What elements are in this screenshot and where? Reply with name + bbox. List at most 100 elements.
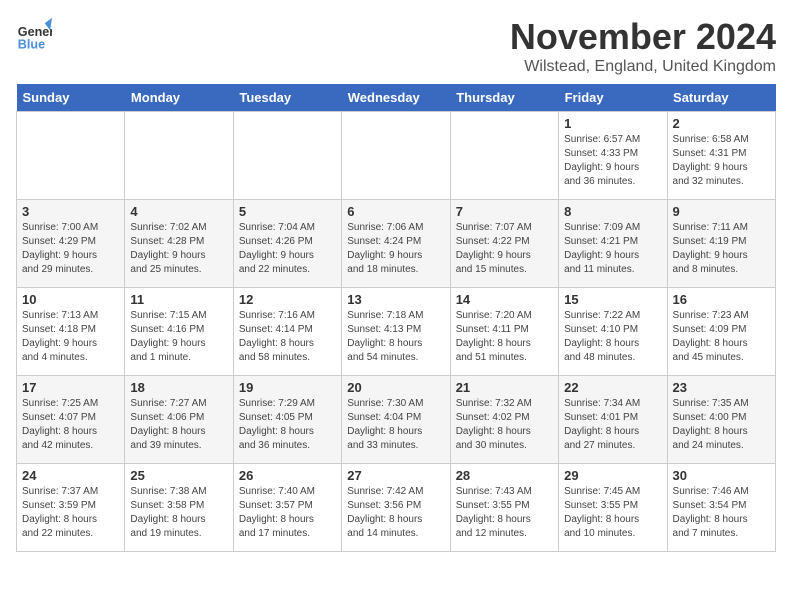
- day-info: Sunrise: 7:18 AM Sunset: 4:13 PM Dayligh…: [347, 309, 444, 365]
- logo: General Blue: [16, 16, 52, 52]
- logo-icon: General Blue: [16, 16, 52, 52]
- calendar-cell: 18 Sunrise: 7:27 AM Sunset: 4:06 PM Dayli…: [125, 376, 233, 464]
- header: General Blue November 2024 Wilstead, Eng…: [16, 16, 776, 76]
- day-info: Sunrise: 7:32 AM Sunset: 4:02 PM Dayligh…: [456, 397, 553, 453]
- day-info: Sunrise: 7:45 AM Sunset: 3:55 PM Dayligh…: [564, 485, 661, 541]
- day-info: Sunrise: 7:23 AM Sunset: 4:09 PM Dayligh…: [673, 309, 770, 365]
- week-row: 1 Sunrise: 6:57 AM Sunset: 4:33 PM Daylig…: [17, 112, 776, 200]
- col-header-tuesday: Tuesday: [233, 84, 341, 112]
- calendar-cell: 1 Sunrise: 6:57 AM Sunset: 4:33 PM Daylig…: [559, 112, 667, 200]
- day-number: 14: [456, 292, 553, 307]
- week-row: 17 Sunrise: 7:25 AM Sunset: 4:07 PM Dayli…: [17, 376, 776, 464]
- calendar-cell: 8 Sunrise: 7:09 AM Sunset: 4:21 PM Daylig…: [559, 200, 667, 288]
- calendar-cell: 3 Sunrise: 7:00 AM Sunset: 4:29 PM Daylig…: [17, 200, 125, 288]
- calendar-cell: 30 Sunrise: 7:46 AM Sunset: 3:54 PM Dayli…: [667, 464, 775, 552]
- day-info: Sunrise: 7:20 AM Sunset: 4:11 PM Dayligh…: [456, 309, 553, 365]
- day-info: Sunrise: 7:30 AM Sunset: 4:04 PM Dayligh…: [347, 397, 444, 453]
- day-number: 26: [239, 468, 336, 483]
- day-info: Sunrise: 7:35 AM Sunset: 4:00 PM Dayligh…: [673, 397, 770, 453]
- day-number: 2: [673, 116, 770, 131]
- calendar-table: SundayMondayTuesdayWednesdayThursdayFrid…: [16, 84, 776, 552]
- day-info: Sunrise: 7:09 AM Sunset: 4:21 PM Dayligh…: [564, 221, 661, 277]
- title-area: November 2024 Wilstead, England, United …: [510, 16, 776, 76]
- day-number: 27: [347, 468, 444, 483]
- calendar-cell: [233, 112, 341, 200]
- location-title: Wilstead, England, United Kingdom: [510, 58, 776, 76]
- col-header-thursday: Thursday: [450, 84, 558, 112]
- day-number: 17: [22, 380, 119, 395]
- day-number: 3: [22, 204, 119, 219]
- day-number: 11: [130, 292, 227, 307]
- day-number: 10: [22, 292, 119, 307]
- calendar-cell: 13 Sunrise: 7:18 AM Sunset: 4:13 PM Dayli…: [342, 288, 450, 376]
- calendar-cell: 14 Sunrise: 7:20 AM Sunset: 4:11 PM Dayli…: [450, 288, 558, 376]
- day-number: 16: [673, 292, 770, 307]
- day-number: 18: [130, 380, 227, 395]
- week-row: 10 Sunrise: 7:13 AM Sunset: 4:18 PM Dayli…: [17, 288, 776, 376]
- calendar-cell: 25 Sunrise: 7:38 AM Sunset: 3:58 PM Dayli…: [125, 464, 233, 552]
- day-info: Sunrise: 7:42 AM Sunset: 3:56 PM Dayligh…: [347, 485, 444, 541]
- header-row: SundayMondayTuesdayWednesdayThursdayFrid…: [17, 84, 776, 112]
- calendar-cell: 4Sunrise: 7:02 AM Sunset: 4:28 PM Daylig…: [125, 200, 233, 288]
- calendar-cell: 20 Sunrise: 7:30 AM Sunset: 4:04 PM Dayli…: [342, 376, 450, 464]
- day-number: 29: [564, 468, 661, 483]
- calendar-cell: 5 Sunrise: 7:04 AM Sunset: 4:26 PM Daylig…: [233, 200, 341, 288]
- day-number: 22: [564, 380, 661, 395]
- day-number: 5: [239, 204, 336, 219]
- calendar-cell: 6Sunrise: 7:06 AM Sunset: 4:24 PM Daylig…: [342, 200, 450, 288]
- day-info: Sunrise: 7:00 AM Sunset: 4:29 PM Dayligh…: [22, 221, 119, 277]
- calendar-cell: 2 Sunrise: 6:58 AM Sunset: 4:31 PM Daylig…: [667, 112, 775, 200]
- calendar-cell: 21 Sunrise: 7:32 AM Sunset: 4:02 PM Dayli…: [450, 376, 558, 464]
- day-number: 8: [564, 204, 661, 219]
- day-number: 19: [239, 380, 336, 395]
- calendar-cell: [17, 112, 125, 200]
- day-info: Sunrise: 6:57 AM Sunset: 4:33 PM Dayligh…: [564, 133, 661, 189]
- day-info: Sunrise: 7:25 AM Sunset: 4:07 PM Dayligh…: [22, 397, 119, 453]
- day-number: 13: [347, 292, 444, 307]
- day-info: Sunrise: 7:16 AM Sunset: 4:14 PM Dayligh…: [239, 309, 336, 365]
- calendar-cell: 12 Sunrise: 7:16 AM Sunset: 4:14 PM Dayli…: [233, 288, 341, 376]
- day-number: 21: [456, 380, 553, 395]
- day-number: 28: [456, 468, 553, 483]
- day-info: Sunrise: 7:27 AM Sunset: 4:06 PM Dayligh…: [130, 397, 227, 453]
- calendar-cell: 9 Sunrise: 7:11 AM Sunset: 4:19 PM Daylig…: [667, 200, 775, 288]
- calendar-cell: 15 Sunrise: 7:22 AM Sunset: 4:10 PM Dayli…: [559, 288, 667, 376]
- day-number: 30: [673, 468, 770, 483]
- day-info: Sunrise: 7:22 AM Sunset: 4:10 PM Dayligh…: [564, 309, 661, 365]
- calendar-cell: 10 Sunrise: 7:13 AM Sunset: 4:18 PM Dayli…: [17, 288, 125, 376]
- col-header-friday: Friday: [559, 84, 667, 112]
- calendar-cell: 11 Sunrise: 7:15 AM Sunset: 4:16 PM Dayli…: [125, 288, 233, 376]
- day-info: Sunrise: 7:46 AM Sunset: 3:54 PM Dayligh…: [673, 485, 770, 541]
- calendar-cell: 28Sunrise: 7:43 AM Sunset: 3:55 PM Dayli…: [450, 464, 558, 552]
- day-number: 25: [130, 468, 227, 483]
- day-info: Sunrise: 7:13 AM Sunset: 4:18 PM Dayligh…: [22, 309, 119, 365]
- day-info: Sunrise: 7:07 AM Sunset: 4:22 PM Dayligh…: [456, 221, 553, 277]
- day-info: Sunrise: 7:15 AM Sunset: 4:16 PM Dayligh…: [130, 309, 227, 365]
- day-info: Sunrise: 7:11 AM Sunset: 4:19 PM Dayligh…: [673, 221, 770, 277]
- svg-text:Blue: Blue: [18, 37, 45, 51]
- col-header-saturday: Saturday: [667, 84, 775, 112]
- week-row: 3 Sunrise: 7:00 AM Sunset: 4:29 PM Daylig…: [17, 200, 776, 288]
- day-info: Sunrise: 7:04 AM Sunset: 4:26 PM Dayligh…: [239, 221, 336, 277]
- day-number: 7: [456, 204, 553, 219]
- calendar-cell: 19Sunrise: 7:29 AM Sunset: 4:05 PM Dayli…: [233, 376, 341, 464]
- day-number: 9: [673, 204, 770, 219]
- day-number: 15: [564, 292, 661, 307]
- day-number: 1: [564, 116, 661, 131]
- day-info: Sunrise: 7:02 AM Sunset: 4:28 PM Dayligh…: [130, 221, 227, 277]
- day-info: Sunrise: 7:37 AM Sunset: 3:59 PM Dayligh…: [22, 485, 119, 541]
- col-header-monday: Monday: [125, 84, 233, 112]
- col-header-sunday: Sunday: [17, 84, 125, 112]
- day-info: Sunrise: 7:40 AM Sunset: 3:57 PM Dayligh…: [239, 485, 336, 541]
- day-info: Sunrise: 6:58 AM Sunset: 4:31 PM Dayligh…: [673, 133, 770, 189]
- calendar-cell: 26 Sunrise: 7:40 AM Sunset: 3:57 PM Dayli…: [233, 464, 341, 552]
- calendar-cell: [450, 112, 558, 200]
- calendar-cell: 22 Sunrise: 7:34 AM Sunset: 4:01 PM Dayli…: [559, 376, 667, 464]
- day-number: 20: [347, 380, 444, 395]
- calendar-cell: 24Sunrise: 7:37 AM Sunset: 3:59 PM Dayli…: [17, 464, 125, 552]
- day-number: 12: [239, 292, 336, 307]
- day-info: Sunrise: 7:34 AM Sunset: 4:01 PM Dayligh…: [564, 397, 661, 453]
- calendar-cell: [342, 112, 450, 200]
- day-info: Sunrise: 7:38 AM Sunset: 3:58 PM Dayligh…: [130, 485, 227, 541]
- calendar-cell: 29 Sunrise: 7:45 AM Sunset: 3:55 PM Dayli…: [559, 464, 667, 552]
